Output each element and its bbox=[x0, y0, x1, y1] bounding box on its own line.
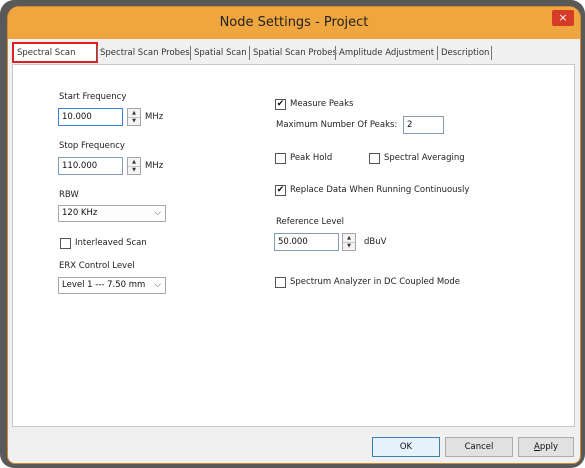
ok-button[interactable]: OK bbox=[372, 437, 440, 457]
close-icon[interactable]: × bbox=[552, 10, 574, 26]
window-title: Node Settings - Project bbox=[219, 15, 369, 30]
tab-separator bbox=[335, 46, 336, 60]
apply-button[interactable]: Apply bbox=[518, 437, 574, 457]
tab-spatial-scan-probes[interactable]: Spatial Scan Probes bbox=[253, 45, 337, 61]
max-peaks-label: Maximum Number Of Peaks: bbox=[276, 120, 398, 130]
reference-level-input[interactable]: 50.000 bbox=[274, 233, 339, 251]
start-frequency-label: Start Frequency bbox=[59, 92, 127, 102]
tab-separator bbox=[249, 46, 250, 60]
replace-data-label: Replace Data When Running Continuously bbox=[290, 185, 470, 195]
stop-frequency-label: Stop Frequency bbox=[59, 141, 125, 151]
peak-hold-checkbox[interactable] bbox=[275, 153, 286, 164]
tab-separator bbox=[190, 46, 191, 60]
measure-peaks-checkbox[interactable]: ✔ bbox=[275, 99, 286, 110]
tab-amplitude-adjustment[interactable]: Amplitude Adjustment bbox=[339, 45, 434, 61]
rbw-dropdown[interactable]: 120 KHz ⌵ bbox=[58, 205, 166, 222]
interleaved-scan-checkbox[interactable] bbox=[60, 238, 71, 249]
tab-description[interactable]: Description bbox=[441, 45, 489, 61]
reference-level-unit: dBuV bbox=[364, 237, 387, 247]
dialog-window: Node Settings - Project × Spectral Scan … bbox=[7, 6, 581, 464]
tab-separator bbox=[491, 46, 492, 60]
rbw-label: RBW bbox=[59, 190, 79, 200]
measure-peaks-label: Measure Peaks bbox=[290, 99, 354, 109]
apply-mnemonic: A bbox=[533, 442, 540, 452]
spectral-scan-panel: Start Frequency 10.000 ▲ ▼ MHz Stop Freq… bbox=[12, 64, 575, 427]
erx-control-level-dropdown[interactable]: Level 1 --- 7.50 mm ⌵ bbox=[58, 277, 166, 294]
interleaved-scan-label: Interleaved Scan bbox=[75, 238, 147, 248]
tab-separator bbox=[97, 46, 98, 60]
stop-frequency-unit: MHz bbox=[145, 161, 164, 171]
chevron-down-icon: ⌵ bbox=[154, 208, 161, 218]
stop-frequency-input[interactable]: 110.000 bbox=[58, 157, 123, 175]
dc-coupled-checkbox[interactable] bbox=[275, 277, 286, 288]
erx-control-level-value: Level 1 --- 7.50 mm bbox=[62, 280, 146, 290]
peak-hold-label: Peak Hold bbox=[290, 153, 333, 163]
stop-frequency-spinner[interactable]: ▲ ▼ bbox=[127, 157, 141, 175]
spin-down-icon[interactable]: ▼ bbox=[128, 117, 140, 125]
tab-spectral-scan[interactable]: Spectral Scan bbox=[17, 45, 75, 61]
reference-level-label: Reference Level bbox=[276, 217, 344, 227]
title-bar[interactable]: Node Settings - Project × bbox=[8, 7, 580, 39]
max-peaks-input[interactable]: 2 bbox=[403, 116, 444, 134]
tab-strip: Spectral Scan Spectral Scan Probes Spati… bbox=[8, 39, 580, 65]
start-frequency-spinner[interactable]: ▲ ▼ bbox=[127, 108, 141, 126]
spin-down-icon[interactable]: ▼ bbox=[128, 166, 140, 174]
spectral-averaging-checkbox[interactable] bbox=[369, 153, 380, 164]
start-frequency-unit: MHz bbox=[145, 112, 164, 122]
window-frame: Node Settings - Project × Spectral Scan … bbox=[0, 0, 585, 468]
replace-data-checkbox[interactable]: ✔ bbox=[275, 185, 286, 196]
spectral-averaging-label: Spectral Averaging bbox=[384, 153, 465, 163]
reference-level-spinner[interactable]: ▲ ▼ bbox=[342, 233, 356, 251]
chevron-down-icon: ⌵ bbox=[154, 280, 161, 290]
tab-spectral-scan-probes[interactable]: Spectral Scan Probes bbox=[100, 45, 190, 61]
spin-down-icon[interactable]: ▼ bbox=[343, 242, 355, 250]
erx-control-level-label: ERX Control Level bbox=[59, 261, 135, 271]
tab-separator bbox=[437, 46, 438, 60]
rbw-value: 120 KHz bbox=[62, 208, 98, 218]
dc-coupled-label: Spectrum Analyzer in DC Coupled Mode bbox=[290, 277, 460, 287]
cancel-button[interactable]: Cancel bbox=[445, 437, 513, 457]
tab-spatial-scan[interactable]: Spatial Scan bbox=[194, 45, 247, 61]
start-frequency-input[interactable]: 10.000 bbox=[58, 108, 123, 126]
